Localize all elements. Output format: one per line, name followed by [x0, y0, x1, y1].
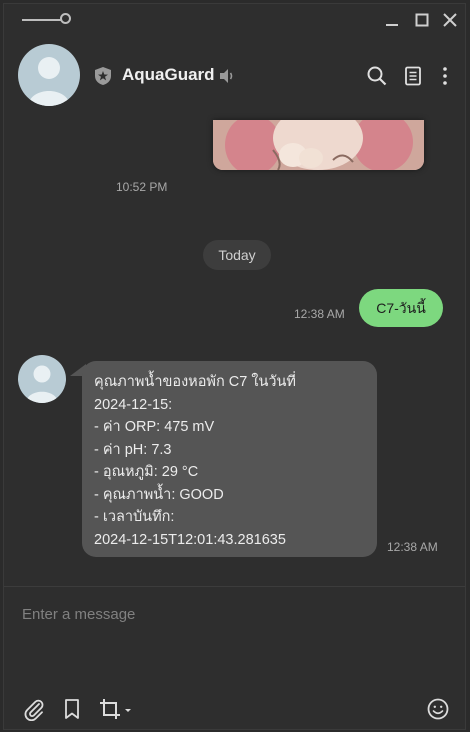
- emoji-icon[interactable]: [426, 697, 450, 721]
- anime-sticker-image: [213, 120, 424, 170]
- image-message[interactable]: [213, 120, 424, 170]
- maximize-icon[interactable]: [412, 10, 432, 30]
- composer-divider: [4, 586, 465, 587]
- crop-icon[interactable]: [98, 697, 122, 721]
- date-divider: Today: [203, 240, 271, 270]
- chat-header: AquaGuard: [4, 36, 465, 120]
- avatar[interactable]: [18, 44, 80, 106]
- message-input[interactable]: [20, 601, 444, 627]
- incoming-time: 12:38 AM: [387, 540, 438, 554]
- shield-star-icon: [95, 67, 111, 85]
- outgoing-message[interactable]: C7-วันนี้: [359, 289, 443, 327]
- chevron-down-icon[interactable]: [122, 697, 134, 721]
- default-avatar-icon: [26, 365, 58, 403]
- paperclip-icon[interactable]: [22, 697, 46, 721]
- message-time: 10:52 PM: [116, 180, 168, 194]
- chat-title[interactable]: AquaGuard: [122, 65, 215, 85]
- title-bar: [4, 4, 465, 36]
- incoming-message[interactable]: คุณภาพน้ำของหอพัก C7 ในวันที่ 2024-12-15…: [82, 361, 377, 557]
- default-avatar-icon: [28, 57, 70, 106]
- minimize-icon[interactable]: [382, 10, 402, 30]
- outgoing-time: 12:38 AM: [294, 307, 345, 321]
- speaker-icon[interactable]: [218, 67, 236, 85]
- opacity-slider-knob[interactable]: [60, 13, 71, 24]
- close-icon[interactable]: [440, 10, 460, 30]
- search-icon[interactable]: [366, 65, 388, 87]
- bookmark-icon[interactable]: [60, 697, 84, 721]
- sender-avatar[interactable]: [18, 355, 66, 403]
- notes-icon[interactable]: [402, 65, 424, 87]
- more-vertical-icon[interactable]: [434, 65, 456, 87]
- chat-window: AquaGuard 10:52 PM Today 12:38 AM C7-วัน…: [3, 3, 466, 730]
- opacity-slider-track[interactable]: [22, 19, 62, 21]
